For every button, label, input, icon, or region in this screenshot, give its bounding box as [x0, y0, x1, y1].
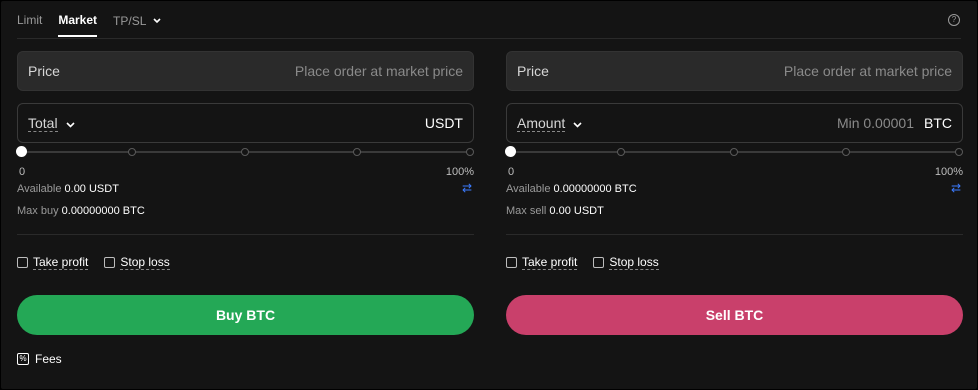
buy-max: Max buy 0.00000000 BTC [17, 205, 145, 217]
percent-icon: % [17, 353, 29, 365]
buy-stop-loss-checkbox[interactable]: Stop loss [104, 255, 170, 270]
max-sell-label: Max sell [506, 205, 547, 217]
transfer-icon[interactable]: ⇄ [949, 182, 963, 194]
slider-min-label: 0 [19, 166, 26, 178]
buy-take-profit-checkbox[interactable]: Take profit [17, 255, 89, 270]
transfer-icon[interactable]: ⇄ [460, 182, 474, 194]
help-icon[interactable]: ? [948, 14, 960, 26]
chevron-down-icon[interactable] [573, 115, 582, 131]
buy-total-selector[interactable]: Total [28, 115, 58, 132]
buy-total-unit: USDT [424, 115, 463, 131]
max-buy-value: 0.00000000 BTC [61, 205, 145, 217]
tab-tpsl-label: TP/SL [113, 14, 146, 28]
available-label: Available [17, 183, 62, 195]
buy-tpsl-options: Take profit Stop loss [17, 255, 186, 270]
sell-percent-slider[interactable] [505, 146, 963, 158]
checkbox[interactable] [593, 257, 605, 268]
sell-amount-selector[interactable]: Amount [517, 115, 566, 132]
sell-price-field[interactable]: Price Place order at market price [506, 51, 963, 91]
available-value: 0.00000000 BTC [553, 183, 637, 195]
slider-step-100[interactable] [955, 148, 963, 156]
fees-link[interactable]: % Fees [17, 352, 62, 366]
slider-max-label: 100% [934, 166, 963, 178]
take-profit-label: Take profit [522, 255, 578, 270]
buy-price-field[interactable]: Price Place order at market price [17, 51, 474, 91]
order-type-tabs: Limit Market TP/SL [17, 13, 177, 37]
buy-price-label: Price [28, 63, 60, 79]
slider-handle[interactable] [16, 146, 27, 157]
slider-step-50[interactable] [730, 148, 738, 156]
divider [17, 38, 961, 39]
sell-button[interactable]: Sell BTC [506, 295, 963, 335]
slider-step-75[interactable] [842, 148, 850, 156]
slider-handle[interactable] [505, 146, 516, 157]
checkbox[interactable] [104, 257, 116, 268]
order-panel: Limit Market TP/SL ? Price Place order a… [1, 1, 977, 389]
checkbox[interactable] [506, 257, 517, 268]
sell-amount-unit: BTC [924, 115, 952, 131]
take-profit-label: Take profit [33, 255, 89, 270]
stop-loss-label: Stop loss [120, 255, 170, 270]
slider-step-25[interactable] [128, 148, 136, 156]
tab-tpsl[interactable]: TP/SL [113, 13, 161, 37]
stop-loss-label: Stop loss [609, 255, 659, 270]
fees-label: Fees [35, 352, 62, 366]
slider-min-label: 0 [508, 166, 515, 178]
sell-price-placeholder: Place order at market price [783, 63, 952, 79]
sell-max: Max sell 0.00 USDT [506, 205, 604, 217]
tab-market-label: Market [58, 13, 98, 27]
max-sell-value: 0.00 USDT [549, 205, 604, 217]
sell-amount-placeholder: Min 0.00001 [836, 115, 914, 131]
divider [506, 234, 963, 235]
sell-price-label: Price [517, 63, 549, 79]
max-buy-label: Max buy [17, 205, 59, 217]
divider [17, 234, 474, 235]
buy-button[interactable]: Buy BTC [17, 295, 474, 335]
slider-step-100[interactable] [466, 148, 474, 156]
available-value: 0.00 USDT [64, 183, 119, 195]
slider-step-50[interactable] [241, 148, 249, 156]
sell-stop-loss-checkbox[interactable]: Stop loss [593, 255, 659, 270]
slider-step-75[interactable] [353, 148, 361, 156]
buy-percent-slider[interactable] [16, 146, 474, 158]
sell-tpsl-options: Take profit Stop loss [506, 255, 675, 270]
slider-max-label: 100% [445, 166, 474, 178]
sell-amount-field[interactable]: Amount Min 0.00001 BTC [506, 103, 963, 143]
buy-price-placeholder: Place order at market price [294, 63, 463, 79]
buy-total-field[interactable]: Total USDT [17, 103, 474, 143]
slider-step-25[interactable] [617, 148, 625, 156]
tab-limit[interactable]: Limit [17, 13, 42, 37]
buy-available: Available 0.00 USDT [17, 183, 119, 195]
sell-take-profit-checkbox[interactable]: Take profit [506, 255, 578, 270]
checkbox[interactable] [17, 257, 28, 268]
sell-available: Available 0.00000000 BTC [506, 183, 637, 195]
chevron-down-icon [153, 13, 161, 27]
available-label: Available [506, 183, 551, 195]
chevron-down-icon[interactable] [66, 115, 75, 131]
tab-market[interactable]: Market [58, 13, 97, 37]
tab-limit-label: Limit [17, 13, 43, 27]
